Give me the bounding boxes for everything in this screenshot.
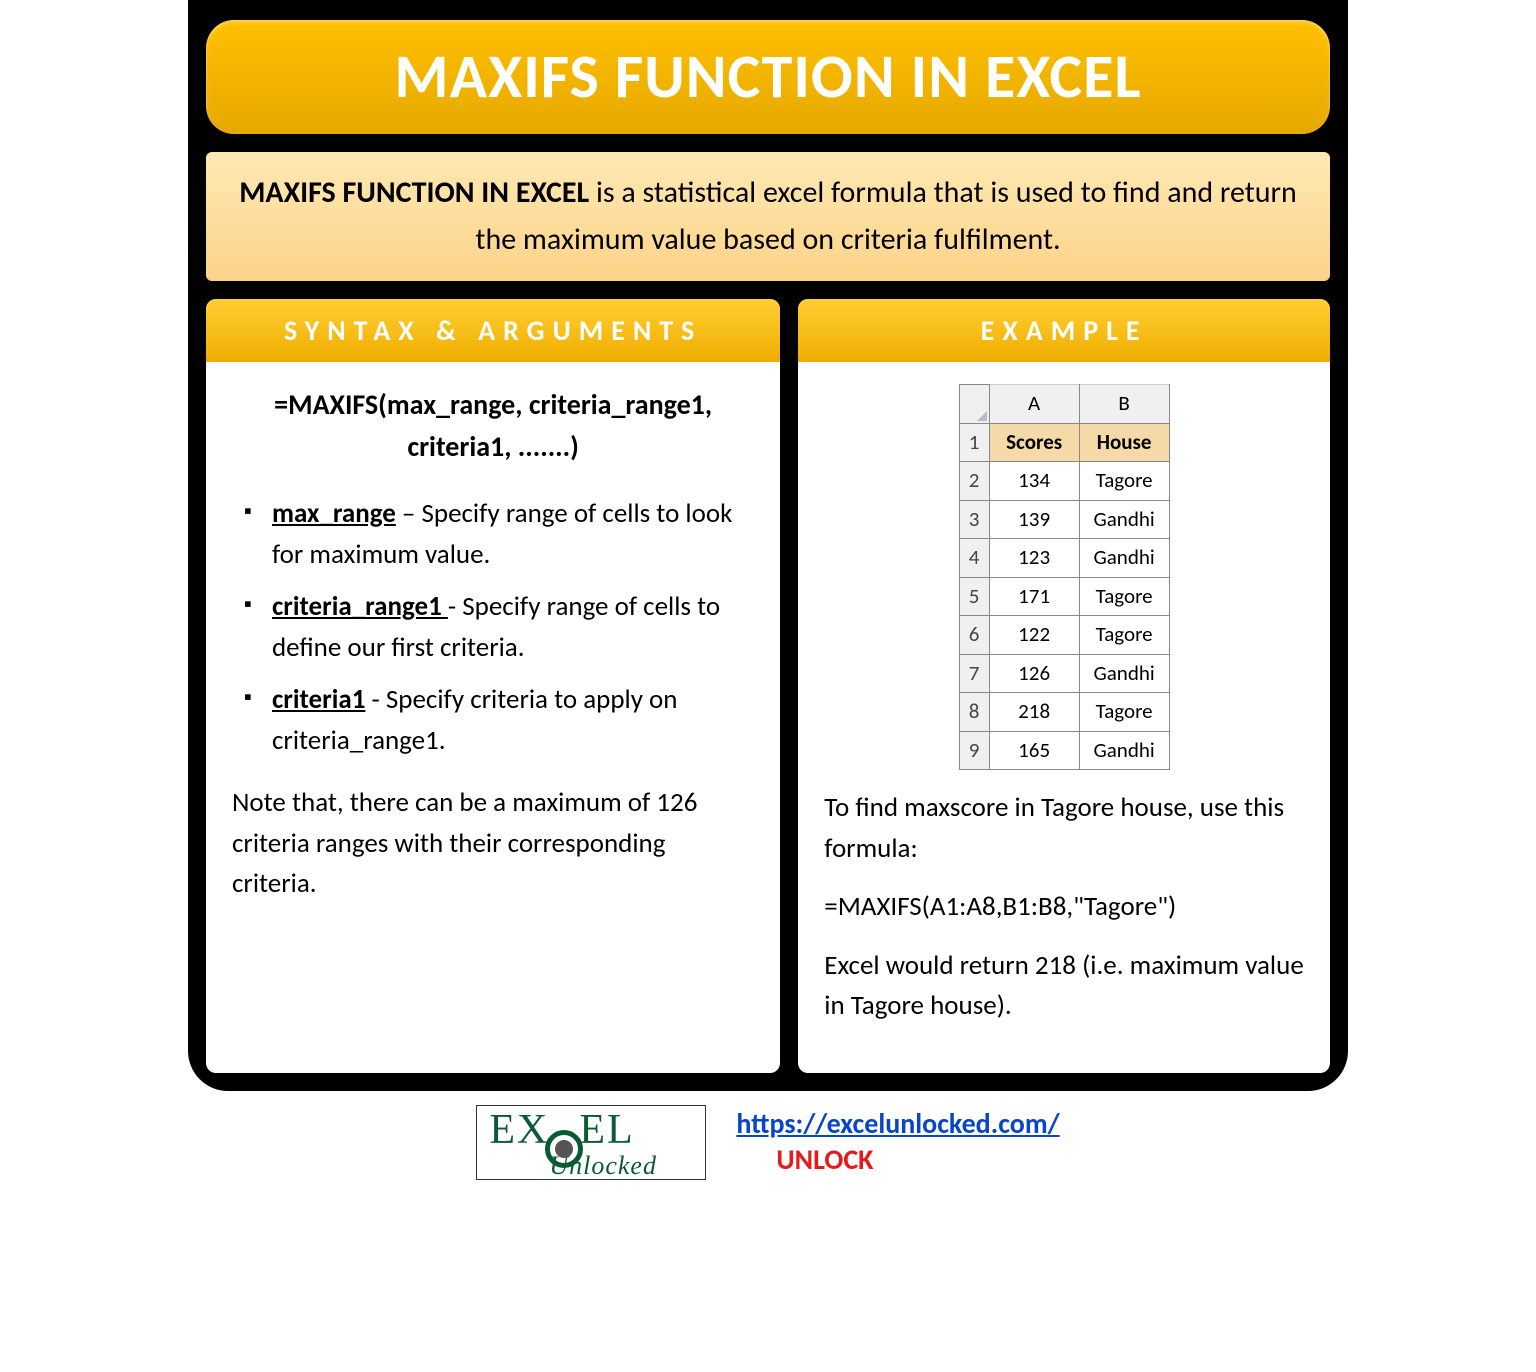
row-header: 4 xyxy=(959,539,989,578)
logo: EXEL Unlocked xyxy=(476,1105,706,1181)
cell: 171 xyxy=(989,577,1079,616)
row-header: 8 xyxy=(959,693,989,732)
argument-name: criteria1 xyxy=(272,683,365,716)
cell: 123 xyxy=(989,539,1079,578)
syntax-note: Note that, there can be a maximum of 126… xyxy=(232,783,754,905)
example-body: A B 1 Scores House 2134Tagore 3139Gandhi… xyxy=(798,362,1330,1073)
cell: 126 xyxy=(989,654,1079,693)
cell: 134 xyxy=(989,462,1079,501)
data-header: Scores xyxy=(989,423,1079,462)
site-link[interactable]: https://excelunlocked.com/ xyxy=(736,1106,1059,1141)
argument-name: criteria_range1 xyxy=(272,590,448,623)
syntax-card: SYNTAX & ARGUMENTS =MAXIFS(max_range, cr… xyxy=(206,299,780,1073)
col-header: B xyxy=(1079,385,1169,424)
cell: Gandhi xyxy=(1079,654,1169,693)
cell: Tagore xyxy=(1079,462,1169,501)
argument-sep: - xyxy=(365,683,385,716)
example-formula: =MAXIFS(A1:A8,B1:B8,"Tagore") xyxy=(824,887,1304,928)
table-corner xyxy=(959,385,989,424)
cell: Gandhi xyxy=(1079,500,1169,539)
argument-item: criteria1 - Specify criteria to apply on… xyxy=(240,680,754,761)
cell: 218 xyxy=(989,693,1079,732)
cell: Tagore xyxy=(1079,616,1169,655)
argument-item: max_range – Specify range of cells to lo… xyxy=(240,494,754,575)
row-header: 7 xyxy=(959,654,989,693)
logo-text-left: EX xyxy=(489,1107,549,1153)
footer-links: https://excelunlocked.com/ UNLOCK xyxy=(736,1106,1059,1179)
data-header: House xyxy=(1079,423,1169,462)
example-text: To find maxscore in Tagore house, use th… xyxy=(824,788,1304,1027)
infographic-card: MAXIFS FUNCTION IN EXCEL MAXIFS FUNCTION… xyxy=(188,0,1348,1091)
row-header: 5 xyxy=(959,577,989,616)
col-header: A xyxy=(989,385,1079,424)
syntax-formula: =MAXIFS(max_range, criteria_range1, crit… xyxy=(232,384,754,468)
logo-text-right: EL xyxy=(579,1107,634,1153)
cell: Tagore xyxy=(1079,693,1169,732)
example-intro: To find maxscore in Tagore house, use th… xyxy=(824,788,1304,869)
lock-icon xyxy=(545,1130,583,1168)
cell: Gandhi xyxy=(1079,731,1169,770)
row-header: 3 xyxy=(959,500,989,539)
example-table: A B 1 Scores House 2134Tagore 3139Gandhi… xyxy=(959,384,1170,770)
cell: 165 xyxy=(989,731,1079,770)
cell: Tagore xyxy=(1079,577,1169,616)
argument-sep: – xyxy=(396,497,422,530)
title-bar: MAXIFS FUNCTION IN EXCEL xyxy=(206,20,1330,134)
description-bar: MAXIFS FUNCTION IN EXCEL is a statistica… xyxy=(206,152,1330,281)
footer: EXEL Unlocked https://excelunlocked.com/… xyxy=(188,1105,1348,1181)
argument-name: max_range xyxy=(272,497,396,530)
description-bold: MAXIFS FUNCTION IN EXCEL xyxy=(239,174,589,211)
cell: Gandhi xyxy=(1079,539,1169,578)
cell: 122 xyxy=(989,616,1079,655)
cell: 139 xyxy=(989,500,1079,539)
columns: SYNTAX & ARGUMENTS =MAXIFS(max_range, cr… xyxy=(206,299,1330,1073)
example-result: Excel would return 218 (i.e. maximum val… xyxy=(824,946,1304,1027)
row-header: 6 xyxy=(959,616,989,655)
row-header: 1 xyxy=(959,423,989,462)
syntax-body: =MAXIFS(max_range, criteria_range1, crit… xyxy=(206,362,780,933)
argument-list: max_range – Specify range of cells to lo… xyxy=(232,494,754,761)
example-card: EXAMPLE A B 1 Scores House xyxy=(798,299,1330,1073)
example-table-wrap: A B 1 Scores House 2134Tagore 3139Gandhi… xyxy=(824,384,1304,770)
row-header: 2 xyxy=(959,462,989,501)
description-text: is a statistical excel formula that is u… xyxy=(475,174,1296,258)
page-title: MAXIFS FUNCTION IN EXCEL xyxy=(206,38,1330,114)
syntax-header: SYNTAX & ARGUMENTS xyxy=(206,299,780,362)
example-header: EXAMPLE xyxy=(798,299,1330,362)
argument-item: criteria_range1 - Specify range of cells… xyxy=(240,587,754,668)
footer-tag: UNLOCK xyxy=(776,1142,873,1177)
row-header: 9 xyxy=(959,731,989,770)
argument-sep: - xyxy=(448,590,462,623)
